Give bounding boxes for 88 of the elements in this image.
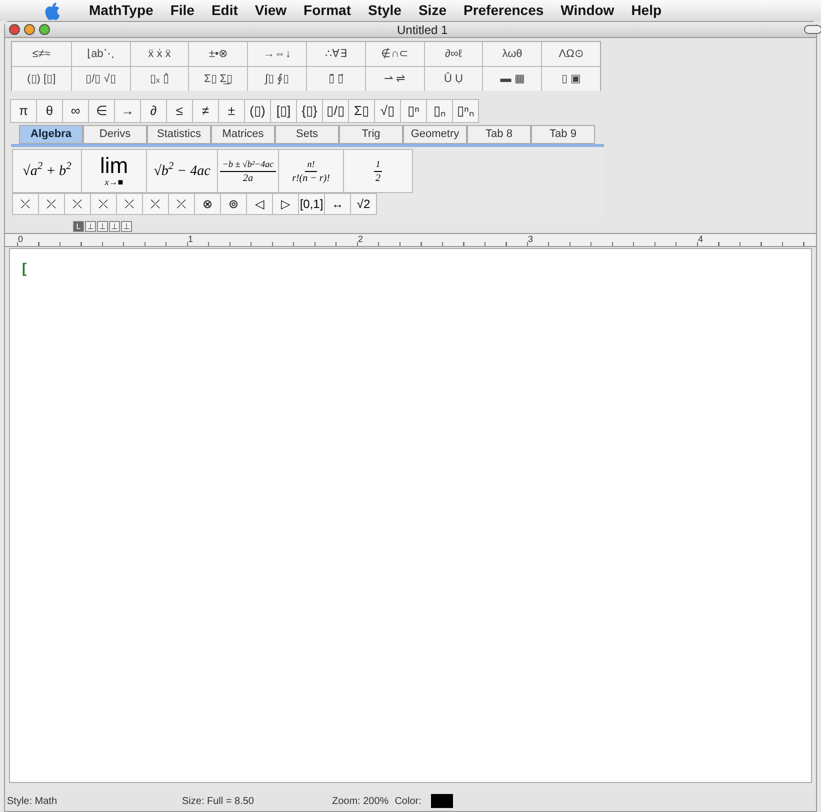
- tab[interactable]: Tab 9: [531, 125, 595, 144]
- tab[interactable]: Sets: [275, 125, 339, 144]
- template-symbol-button[interactable]: ⤫: [90, 193, 117, 215]
- symbol-button[interactable]: →: [114, 99, 141, 123]
- insertion-cursor: [: [22, 260, 27, 276]
- menu-item[interactable]: Help: [631, 0, 662, 21]
- window-title: Untitled 1: [397, 22, 448, 38]
- menu-item[interactable]: Size: [418, 0, 446, 21]
- ruler-label: 1: [188, 234, 194, 244]
- template-symbol-button[interactable]: [0,1]: [298, 193, 325, 215]
- menu-item[interactable]: Edit: [211, 0, 238, 21]
- template-button[interactable]: 1 2: [343, 149, 413, 193]
- template-symbol-button[interactable]: ⊗: [194, 193, 221, 215]
- menu-item[interactable]: Format: [304, 0, 351, 21]
- palette-button[interactable]: ▯ₓ ▯̂: [130, 67, 188, 91]
- app-menu[interactable]: MathType: [89, 0, 154, 21]
- template-symbol-button[interactable]: ⤫: [12, 193, 39, 215]
- palette-button[interactable]: ∫▯ ∮▯: [247, 67, 306, 91]
- menu-item[interactable]: File: [170, 0, 194, 21]
- tab[interactable]: Geometry: [403, 125, 467, 144]
- status-style: Style: Math: [7, 794, 58, 808]
- tab-stop-button[interactable]: ⊥: [109, 221, 120, 232]
- ruler-label: 2: [358, 234, 364, 244]
- palette-button[interactable]: Σ▯ Σ̲▯: [188, 67, 248, 91]
- symbol-button[interactable]: {▯}: [296, 99, 323, 123]
- tab[interactable]: Statistics: [147, 125, 211, 144]
- symbol-button[interactable]: [▯]: [270, 99, 297, 123]
- palette-button[interactable]: ▯̄ ▯⃗: [306, 67, 365, 91]
- palette-button[interactable]: ▯ ▣: [541, 67, 600, 91]
- tab-stop-button[interactable]: L: [73, 221, 84, 232]
- menu-item[interactable]: Style: [368, 0, 402, 21]
- zoom-button[interactable]: [39, 24, 50, 35]
- template-button[interactable]: √a$^{2}$ + b$^{2}$: [12, 149, 82, 193]
- template-symbol-button[interactable]: ↔: [324, 193, 351, 215]
- menu-item[interactable]: View: [254, 0, 287, 21]
- template-symbol-button[interactable]: ▷: [272, 193, 299, 215]
- status-zoom: Zoom: 200%: [332, 794, 389, 808]
- tab-stop-button[interactable]: ⊥: [121, 221, 132, 232]
- status-size: Size: Full = 8.50: [182, 794, 255, 808]
- template-symbol-button[interactable]: ⤫: [38, 193, 65, 215]
- symbol-button[interactable]: √▯: [374, 99, 401, 123]
- tab[interactable]: Matrices: [211, 125, 275, 144]
- symbol-button[interactable]: ≠: [192, 99, 219, 123]
- symbol-button[interactable]: (▯): [244, 99, 271, 123]
- menu-item[interactable]: Preferences: [463, 0, 544, 21]
- ruler-label: 0: [18, 234, 24, 244]
- template-button[interactable]: −b ± √b²−4ac 2a: [217, 149, 279, 193]
- template-symbol-button[interactable]: ◁: [246, 193, 273, 215]
- tab[interactable]: Trig: [339, 125, 403, 144]
- minimize-button[interactable]: [24, 24, 35, 35]
- tab-stop-button[interactable]: ⊥: [85, 221, 96, 232]
- symbol-button[interactable]: ▯ⁿₙ: [452, 99, 479, 123]
- template-symbol-button[interactable]: √2: [350, 193, 377, 215]
- tab[interactable]: Algebra: [19, 125, 83, 144]
- template-symbol-button[interactable]: ⤫: [64, 193, 91, 215]
- toolbar-toggle-button[interactable]: [804, 25, 821, 34]
- apple-icon[interactable]: [44, 2, 60, 20]
- tab-stop-button[interactable]: ⊥: [97, 221, 108, 232]
- palette-button[interactable]: ▬ ▦: [482, 67, 542, 91]
- palette-button[interactable]: ⇀ ⇌: [364, 67, 424, 91]
- symbol-button[interactable]: ±: [218, 99, 245, 123]
- template-symbol-button[interactable]: ⤫: [168, 193, 195, 215]
- tab[interactable]: Tab 8: [467, 125, 531, 144]
- symbol-button[interactable]: θ: [36, 99, 63, 123]
- template-symbol-button[interactable]: ⤫: [116, 193, 143, 215]
- symbol-button[interactable]: ∞: [62, 99, 89, 123]
- template-button[interactable]: n! r!(n − r)!: [278, 149, 344, 193]
- template-button[interactable]: lim x→■: [81, 149, 147, 193]
- symbol-button[interactable]: ∂: [140, 99, 167, 123]
- symbol-button[interactable]: ▯ⁿ: [400, 99, 427, 123]
- template-button[interactable]: √b$^{2}$ − 4ac: [146, 149, 218, 193]
- close-button[interactable]: [9, 24, 20, 35]
- ruler-label: 3: [528, 234, 534, 244]
- color-swatch[interactable]: [431, 794, 454, 808]
- status-color-label: Color:: [394, 794, 422, 808]
- template-symbol-button[interactable]: ⊚: [220, 193, 247, 215]
- tab[interactable]: Derivs: [83, 125, 147, 144]
- template-symbol-button[interactable]: ⤫: [142, 193, 169, 215]
- symbol-button[interactable]: ≤: [166, 99, 193, 123]
- palette-button[interactable]: Û Ụ: [424, 67, 482, 91]
- symbol-button[interactable]: ▯/▯: [322, 99, 349, 123]
- symbol-button[interactable]: ▯ₙ: [426, 99, 453, 123]
- symbol-button[interactable]: Σ▯: [348, 99, 375, 123]
- menu-item[interactable]: Window: [560, 0, 614, 21]
- palette-button[interactable]: ▯/▯ √▯: [70, 67, 130, 91]
- ruler-label: 4: [698, 234, 704, 244]
- symbol-button[interactable]: ∈: [88, 99, 115, 123]
- symbol-button[interactable]: π: [10, 99, 37, 123]
